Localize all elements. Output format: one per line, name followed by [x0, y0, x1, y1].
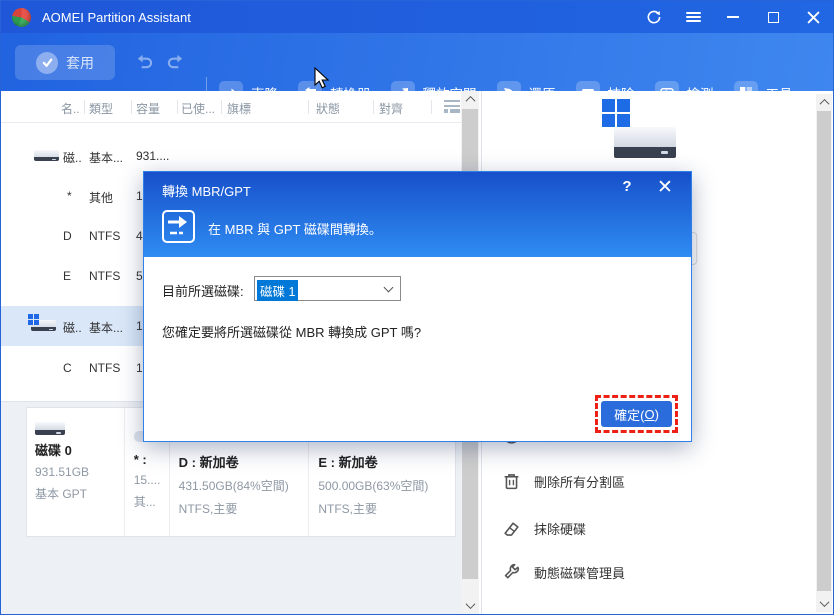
maximize-button[interactable] [753, 1, 793, 33]
convert-mbr-gpt-dialog: 轉換 MBR/GPT ? ✕ 在 MBR 與 GPT 磁碟間轉換。 目前所選磁碟… [143, 171, 692, 442]
chevron-down-icon [383, 282, 394, 293]
dialog-header: 轉換 MBR/GPT ? ✕ 在 MBR 與 GPT 磁碟間轉換。 [144, 172, 691, 257]
panel-scrollbar[interactable] [816, 94, 832, 612]
col-status[interactable]: 狀態 [316, 100, 340, 117]
eraser-icon [504, 522, 519, 536]
menu-icon[interactable] [673, 1, 713, 33]
sidebar-item-wipe-disk[interactable]: 抹除硬碟 [502, 519, 586, 538]
help-icon[interactable]: ? [617, 178, 637, 195]
sidebar-item-dynamic-disk-manager[interactable]: 動態磁碟管理員 [502, 563, 625, 582]
ok-button[interactable]: 確定(O) [601, 401, 672, 427]
disk-icon [34, 146, 59, 163]
apply-label: 套用 [66, 54, 94, 71]
app-logo-icon [12, 7, 31, 27]
table-row-disk0[interactable]: 磁.. 基本... 931.... [1, 136, 461, 176]
dialog-description: 在 MBR 與 GPT 磁碟間轉換。 [208, 222, 382, 237]
col-flags[interactable]: 旗標 [227, 100, 251, 117]
sidebar-item-delete-all-partitions[interactable]: 刪除所有分割區 [502, 472, 625, 491]
selected-disk-icon [602, 99, 676, 159]
list-view-icon[interactable] [444, 100, 460, 113]
col-capacity[interactable]: 容量 [136, 100, 160, 117]
close-button[interactable] [793, 1, 833, 33]
ok-annotation-box: 確定(O) [595, 395, 678, 433]
dialog-close-icon[interactable]: ✕ [655, 176, 675, 199]
disk-select-dropdown[interactable]: 磁碟 1 [254, 276, 401, 301]
scroll-up-icon[interactable] [461, 91, 479, 108]
disk-icon [35, 417, 65, 437]
col-used[interactable]: 已使... [181, 100, 215, 117]
confirm-question: 您確定要將所選磁碟從 MBR 轉換成 GPT 嗎? [162, 325, 422, 340]
redo-icon[interactable] [166, 53, 185, 75]
minimize-button[interactable] [713, 1, 753, 33]
wrench-icon [504, 563, 520, 579]
trash-icon [504, 474, 519, 490]
col-type[interactable]: 類型 [89, 100, 113, 117]
dialog-title: 轉換 MBR/GPT [162, 184, 251, 199]
col-name[interactable]: 名.. [61, 100, 80, 117]
undo-icon[interactable] [135, 53, 154, 75]
scroll-up-icon[interactable] [816, 94, 832, 111]
mouse-cursor [314, 66, 331, 96]
app-window: AOMEI Partition Assistant 套用 名.. 類型 容量 已… [0, 0, 834, 615]
table-header: 名.. 類型 容量 已使... 旗標 狀態 對齊 [1, 91, 461, 123]
disk-select-label: 目前所選磁碟: [162, 284, 244, 299]
windows-disk-icon [28, 314, 56, 333]
scroll-down-icon[interactable] [461, 597, 479, 614]
disk-size: 931.51GB [35, 465, 90, 479]
disk-name: 磁碟 0 [35, 443, 72, 458]
col-align[interactable]: 對齊 [379, 100, 403, 117]
toolbar: 套用 克隆 轉換器 [1, 33, 833, 111]
disk-scheme: 基本 GPT [35, 487, 88, 501]
check-icon [36, 51, 58, 74]
convert-swap-icon [162, 210, 195, 243]
scroll-down-icon[interactable] [816, 595, 832, 612]
refresh-icon[interactable] [633, 1, 673, 33]
selected-disk-value: 磁碟 1 [257, 280, 299, 301]
title-bar: AOMEI Partition Assistant [1, 1, 833, 33]
app-title: AOMEI Partition Assistant [42, 9, 191, 25]
apply-button[interactable]: 套用 [15, 45, 115, 80]
